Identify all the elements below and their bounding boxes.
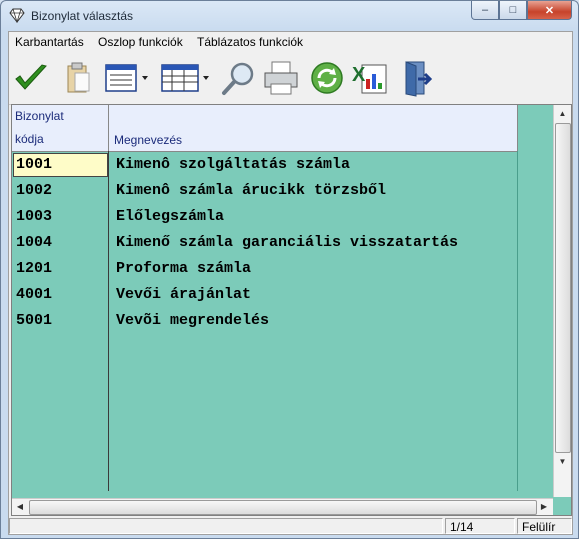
menu-bar: Karbantartás Oszlop funkciók Táblázatos … — [9, 32, 572, 52]
checkmark-icon — [15, 64, 47, 90]
menu-oszlop-funkciok[interactable]: Oszlop funkciók — [98, 35, 183, 49]
excel-export-button[interactable]: X — [349, 58, 391, 98]
scroll-left-arrow-icon[interactable]: ◀ — [12, 499, 28, 514]
table-row[interactable]: 1003 Előlegszámla — [12, 204, 532, 230]
search-button[interactable] — [219, 58, 259, 98]
print-button[interactable] — [261, 58, 301, 98]
menu-tablazatos-funkciok[interactable]: Táblázatos funkciók — [197, 35, 303, 49]
cell-name[interactable]: Kimenő számla garanciális visszatartás — [116, 232, 458, 254]
cell-code[interactable]: 1002 — [14, 180, 106, 202]
cell-name[interactable]: Vevői árajánlat — [116, 284, 251, 306]
table-view-button[interactable] — [159, 58, 211, 98]
horizontal-scrollbar[interactable]: ◀ ▶ — [12, 498, 553, 515]
scroll-up-arrow-icon[interactable]: ▲ — [554, 105, 571, 121]
cell-code[interactable]: 1001 — [13, 153, 108, 177]
cell-name[interactable]: Kimenô szolgáltatás számla — [116, 154, 350, 176]
minimize-button[interactable]: – — [471, 1, 499, 20]
cell-code[interactable]: 1201 — [14, 258, 106, 280]
search-icon — [222, 62, 254, 95]
refresh-button[interactable] — [307, 58, 347, 98]
refresh-icon — [311, 62, 343, 94]
status-panel-main — [9, 518, 443, 534]
cell-name[interactable]: Vevõi megrendelés — [116, 310, 269, 332]
toolbar: X — [9, 52, 572, 105]
clipboard-icon — [67, 62, 90, 93]
window-title: Bizonylat választás — [31, 9, 134, 23]
printer-icon — [264, 61, 298, 95]
ok-button[interactable] — [13, 58, 49, 98]
column-header-name[interactable]: Megnevezés — [109, 105, 518, 152]
cell-code[interactable]: 1004 — [14, 232, 106, 254]
cell-code[interactable]: 4001 — [14, 284, 106, 306]
exit-door-icon — [405, 61, 433, 97]
table-view-icon — [161, 64, 209, 92]
column-header-code[interactable]: Bizonylat kódja — [12, 105, 109, 152]
cell-name[interactable]: Előlegszámla — [116, 206, 224, 228]
diamond-icon — [9, 8, 25, 23]
form-view-button[interactable] — [103, 58, 151, 98]
menu-karbantartas[interactable]: Karbantartás — [15, 35, 84, 49]
table-row[interactable]: 4001 Vevői árajánlat — [12, 282, 532, 308]
table-row[interactable]: 1002 Kimenô számla árucikk törzsből — [12, 178, 532, 204]
vertical-scroll-thumb[interactable] — [555, 123, 571, 453]
horizontal-scroll-thumb[interactable] — [29, 500, 537, 515]
cell-code[interactable]: 5001 — [14, 310, 106, 332]
column-header-code-line1: Bizonylat — [15, 109, 64, 123]
table-row[interactable]: 1004 Kimenő számla garanciális visszatart… — [12, 230, 532, 256]
status-bar: 1/14 Felülír — [9, 516, 572, 534]
excel-export-icon: X — [352, 64, 387, 94]
table-row[interactable]: 5001 Vevõi megrendelés — [12, 308, 532, 334]
title-bar[interactable]: Bizonylat választás – □ ✕ — [1, 1, 578, 31]
scroll-down-arrow-icon[interactable]: ▼ — [554, 453, 571, 469]
client-area: Karbantartás Oszlop funkciók Táblázatos … — [8, 31, 573, 535]
cell-name[interactable]: Proforma számla — [116, 258, 251, 280]
cell-name[interactable]: Kimenô számla árucikk törzsből — [116, 180, 386, 202]
record-position: 1/14 — [445, 518, 515, 534]
table-row[interactable]: 1001 Kimenô szolgáltatás számla — [12, 152, 532, 178]
maximize-button[interactable]: □ — [499, 1, 527, 20]
column-header-name-label: Megnevezés — [114, 133, 183, 147]
exit-button[interactable] — [397, 58, 437, 98]
close-button[interactable]: ✕ — [527, 1, 572, 20]
cell-code[interactable]: 1003 — [14, 206, 106, 228]
paste-button[interactable] — [59, 58, 95, 98]
app-window: Bizonylat választás – □ ✕ Karbantartás O… — [0, 0, 579, 539]
edit-mode: Felülír — [517, 518, 572, 534]
table-row[interactable]: 1201 Proforma számla — [12, 256, 532, 282]
svg-text:X: X — [352, 64, 366, 86]
data-grid: Bizonylat kódja Megnevezés 1001 Kimenô sz… — [11, 104, 572, 516]
vertical-scrollbar[interactable]: ▲ ▼ — [553, 105, 571, 497]
scroll-right-arrow-icon[interactable]: ▶ — [536, 499, 552, 514]
column-header-code-line2: kódja — [15, 132, 44, 146]
form-view-icon — [105, 64, 148, 92]
